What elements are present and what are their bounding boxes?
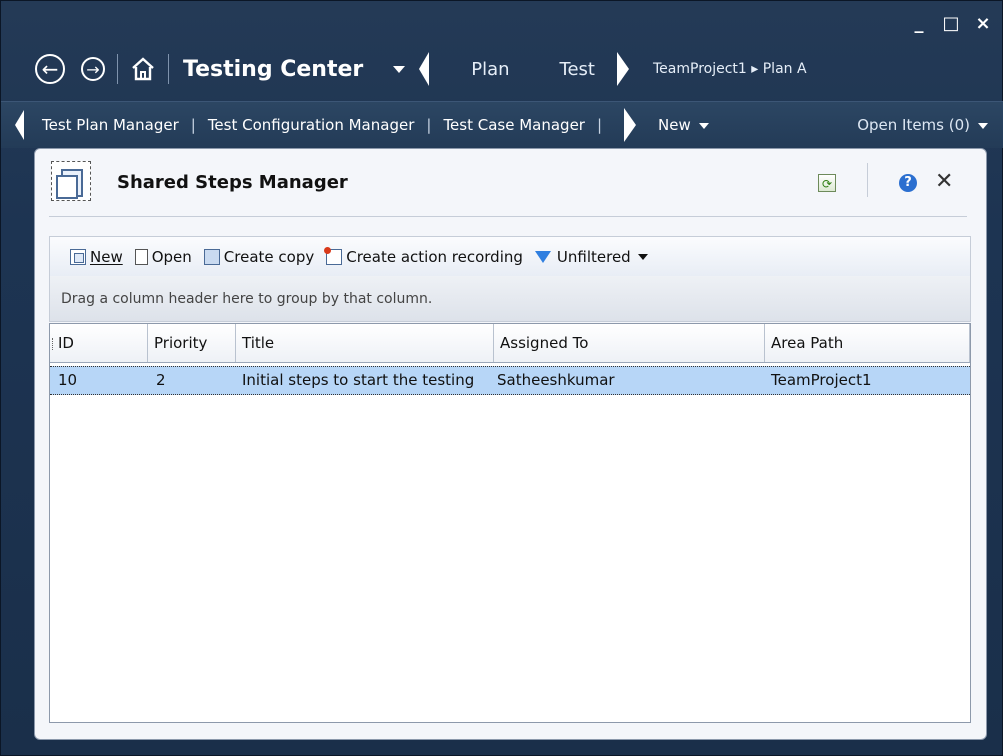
cell-assigned-to: Satheeshkumar — [497, 371, 615, 389]
record-icon — [324, 246, 343, 265]
grid-header: ID Priority Title Assigned To Area Path — [50, 324, 970, 363]
maximize-button[interactable]: □ — [942, 13, 960, 34]
open-button-label: Open — [151, 247, 192, 266]
nav-scroll-left-icon[interactable] — [419, 52, 430, 86]
open-items-label: Open Items (0) — [857, 116, 970, 134]
create-copy-button[interactable]: Create copy — [203, 247, 315, 266]
cell-area-path: TeamProject1 — [771, 371, 872, 389]
open-document-icon — [134, 248, 148, 265]
forward-button[interactable]: → — [81, 57, 105, 81]
cell-title: Initial steps to start the testing — [242, 371, 475, 389]
nav-divider — [168, 54, 169, 84]
column-header-area-path[interactable]: Area Path — [765, 324, 970, 362]
chevron-down-icon — [978, 122, 988, 129]
project-breadcrumb[interactable]: TeamProject1 ▸ Plan A — [653, 61, 807, 77]
copy-icon — [203, 248, 220, 265]
column-header-title[interactable]: Title — [236, 324, 494, 362]
subnav-scroll-left-icon[interactable] — [15, 110, 24, 140]
application-window: _ □ × ← → Testing Center Plan Test TeamP… — [0, 0, 1003, 756]
arrow-left-icon: ← — [41, 57, 59, 81]
nav-scroll-right-icon[interactable] — [617, 52, 629, 86]
new-menu[interactable]: New — [658, 116, 709, 134]
new-button[interactable]: New — [70, 248, 123, 266]
column-header-assigned-to[interactable]: Assigned To — [494, 324, 765, 362]
app-switcher-dropdown-icon[interactable] — [393, 65, 406, 73]
tab-plan[interactable]: Plan — [471, 59, 509, 80]
app-title: Testing Center — [183, 56, 364, 82]
panel-title: Shared Steps Manager — [117, 172, 348, 193]
top-navigation: ← → Testing Center Plan Test TeamProject… — [1, 41, 1003, 97]
subnav-separator: | — [426, 116, 432, 134]
subnav-separator: | — [190, 116, 196, 134]
subnav-item-test-case-manager[interactable]: Test Case Manager — [443, 116, 585, 134]
secondary-navigation: Test Plan Manager | Test Configuration M… — [1, 101, 1003, 148]
column-grip-icon[interactable] — [52, 338, 55, 350]
refresh-icon[interactable]: ⟳ — [818, 174, 836, 192]
close-window-button[interactable]: × — [974, 13, 992, 34]
home-icon — [132, 57, 154, 81]
new-shared-steps-icon — [70, 248, 86, 265]
create-action-recording-label: Create action recording — [346, 247, 523, 266]
cell-priority: 2 — [156, 371, 166, 389]
group-by-area[interactable]: Drag a column header here to group by th… — [49, 276, 971, 322]
home-button[interactable] — [130, 56, 156, 82]
new-menu-label: New — [658, 116, 691, 134]
chevron-down-icon — [698, 122, 709, 129]
shared-steps-icon — [51, 161, 91, 201]
subnav-separator: | — [596, 116, 603, 134]
chevron-down-icon — [637, 253, 648, 260]
column-header-id[interactable]: ID — [50, 324, 148, 362]
open-items-menu[interactable]: Open Items (0) — [857, 116, 988, 134]
filter-label: Unfiltered — [556, 247, 631, 266]
create-action-recording-button[interactable]: Create action recording — [324, 246, 523, 266]
tab-test[interactable]: Test — [560, 59, 595, 80]
filter-dropdown[interactable]: Unfiltered — [534, 247, 648, 266]
minimize-button[interactable]: _ — [910, 13, 928, 34]
arrow-right-icon: → — [86, 59, 100, 79]
subnav-item-test-configuration-manager[interactable]: Test Configuration Manager — [208, 116, 415, 134]
back-button[interactable]: ← — [35, 54, 65, 84]
create-copy-label: Create copy — [223, 247, 315, 266]
panel-header-divider — [867, 163, 868, 197]
window-controls: _ □ × — [910, 13, 992, 34]
table-row[interactable]: 10 2 Initial steps to start the testing … — [50, 366, 970, 395]
group-by-hint: Drag a column header here to group by th… — [61, 291, 433, 307]
close-panel-button[interactable]: ✕ — [935, 169, 953, 194]
subnav-item-test-plan-manager[interactable]: Test Plan Manager — [42, 116, 179, 134]
shared-steps-grid: ID Priority Title Assigned To Area Path … — [49, 323, 971, 723]
filter-icon — [534, 250, 551, 263]
toolbar: New Open Create copy Create action recor… — [49, 236, 971, 276]
cell-id: 10 — [58, 371, 78, 389]
help-icon[interactable]: ? — [899, 174, 917, 192]
shared-steps-manager-panel: Shared Steps Manager ⟳ ? ✕ New Open Crea… — [34, 148, 987, 740]
subnav-scroll-right-icon[interactable] — [624, 108, 637, 142]
nav-divider — [117, 54, 118, 84]
new-button-label: New — [90, 247, 123, 266]
open-button[interactable]: Open — [134, 247, 192, 266]
column-header-priority[interactable]: Priority — [148, 324, 236, 362]
panel-header-rule — [49, 216, 967, 217]
